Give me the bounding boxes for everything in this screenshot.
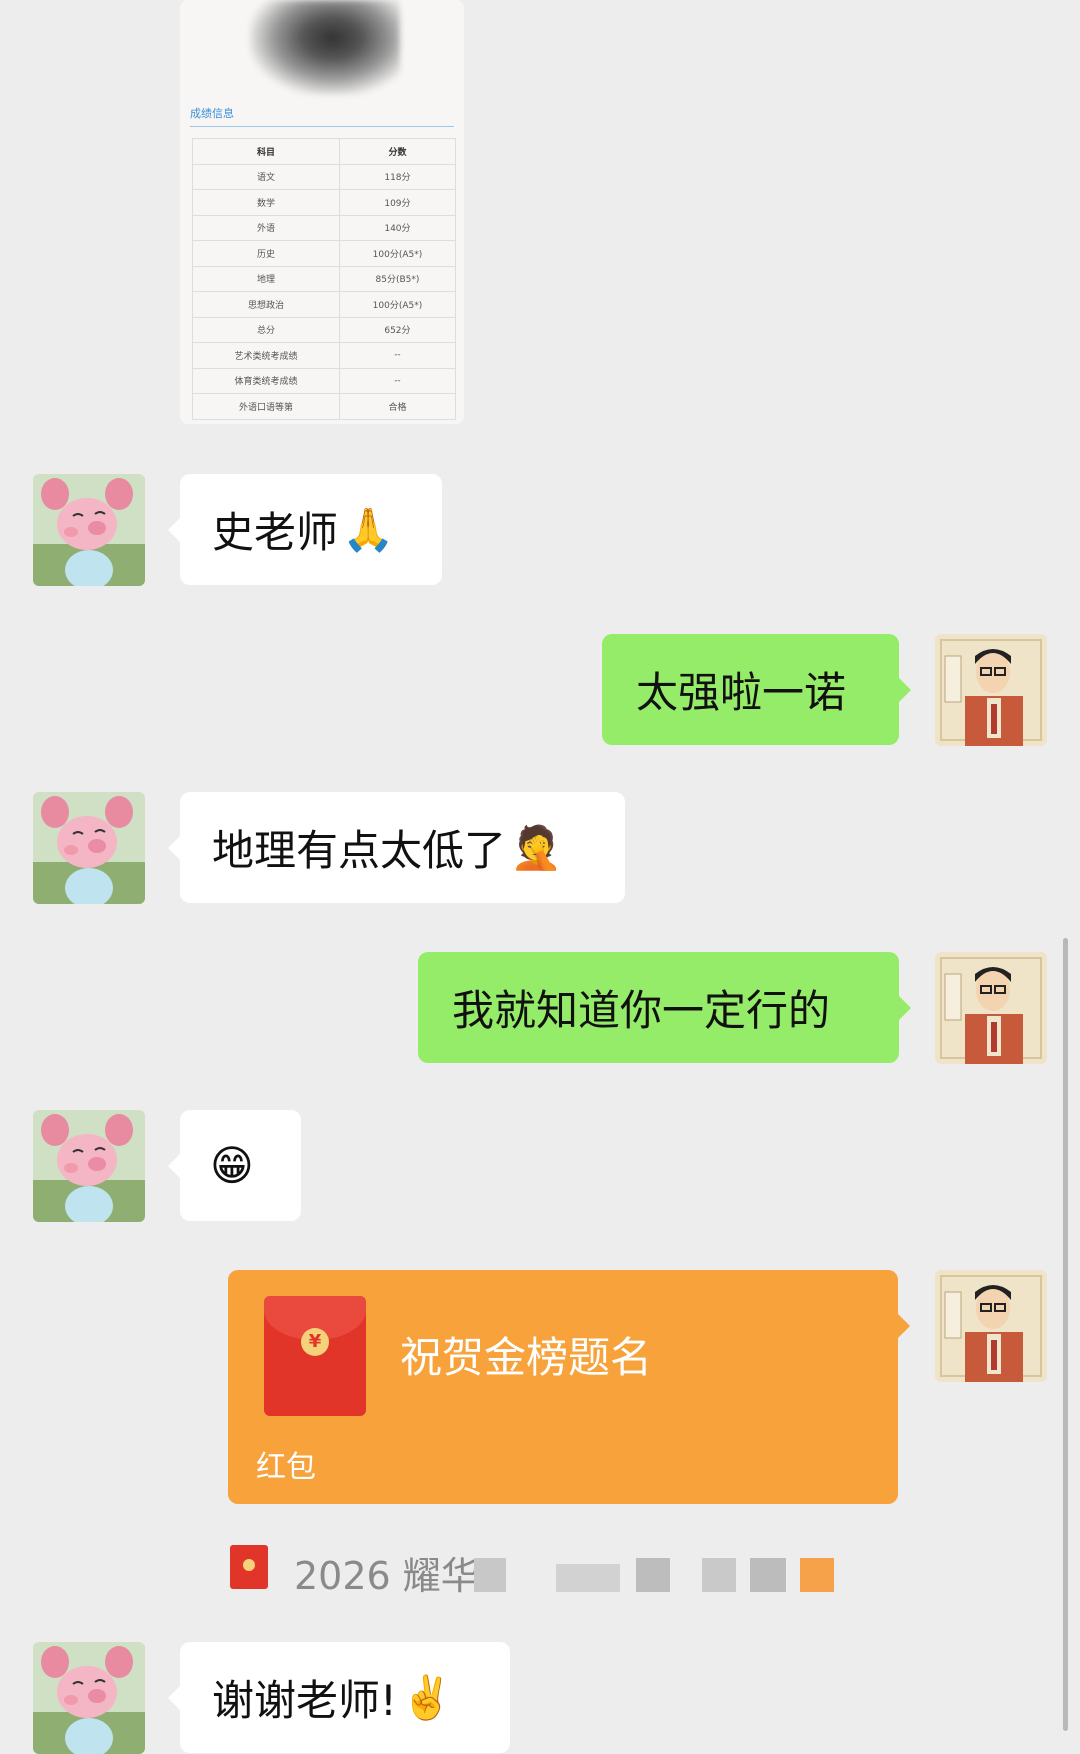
yuan-coin-icon: ¥ [301, 1328, 329, 1356]
subject-cell: 艺术类统考成绩 [192, 342, 340, 369]
column-header-subject: 科目 [192, 138, 340, 165]
score-cell: -- [338, 367, 457, 394]
message-bubble[interactable]: 史老师 🙏 [168, 474, 442, 585]
score-cell: 100分(A5*) [338, 291, 457, 318]
victory-hand-emoji-icon: ✌️ [400, 1672, 454, 1722]
red-packet-notice-text: 2026 耀华 [294, 1554, 479, 1598]
message-text: 太强啦一诺 [636, 668, 847, 717]
pixelated-text [800, 1558, 834, 1592]
scrollbar[interactable] [1063, 938, 1068, 1731]
score-report-image[interactable]: 成绩信息 科目 分数 语文 118分 数学 109分 外语 140分 历史 100分(A… [180, 0, 464, 424]
grin-emoji-icon: 😁 [210, 1141, 254, 1190]
score-cell: 140分 [338, 214, 457, 241]
red-packet-label: 红包 [256, 1450, 316, 1485]
score-cell: 109分 [338, 189, 457, 216]
score-table: 科目 分数 语文 118分 数学 109分 外语 140分 历史 100分(A5*) 地… [192, 138, 457, 420]
subject-cell: 外语口语等第 [192, 393, 340, 420]
divider [190, 126, 454, 127]
message-text: 谢谢老师! [212, 1676, 397, 1725]
subject-cell: 思想政治 [192, 291, 340, 318]
score-cell: -- [338, 342, 457, 369]
facepalm-emoji-icon: 🤦 [510, 822, 563, 872]
student-avatar[interactable] [33, 474, 145, 586]
student-avatar[interactable] [33, 792, 145, 904]
pixelated-text [750, 1558, 786, 1592]
message-bubble[interactable]: 😁 [168, 1110, 301, 1221]
subject-cell: 外语 [192, 214, 340, 241]
subject-cell: 历史 [192, 240, 340, 267]
table-row: 语文 118分 [192, 163, 457, 190]
table-row: 外语 140分 [192, 214, 457, 241]
table-row: 外语口语等第 合格 [192, 393, 457, 420]
table-header-row: 科目 分数 [192, 138, 457, 165]
score-cell: 100分(A5*) [338, 240, 457, 267]
table-row: 体育类统考成绩 -- [192, 367, 457, 394]
table-row: 思想政治 100分(A5*) [192, 291, 457, 318]
red-packet-title: 祝贺金榜题名 [400, 1333, 653, 1382]
subject-cell: 地理 [192, 265, 340, 292]
table-row: 历史 100分(A5*) [192, 240, 457, 267]
score-card-title: 成绩信息 [190, 107, 234, 120]
teacher-avatar[interactable] [935, 952, 1047, 1064]
message-bubble[interactable]: 太强啦一诺 [602, 634, 911, 745]
red-envelope-small-icon [230, 1545, 268, 1589]
score-cell: 652分 [338, 316, 457, 343]
subject-cell: 体育类统考成绩 [192, 367, 340, 394]
message-text: 地理有点太低了 [212, 826, 507, 875]
pixelated-text [702, 1558, 736, 1592]
message-bubble[interactable]: 谢谢老师! ✌️ [168, 1642, 510, 1753]
pixelated-text [636, 1558, 670, 1592]
subject-cell: 数学 [192, 189, 340, 216]
pixelated-text [474, 1558, 506, 1592]
score-cell: 85分(B5*) [338, 265, 457, 292]
student-avatar[interactable] [33, 1642, 145, 1754]
column-header-score: 分数 [338, 138, 457, 165]
table-row: 总分 652分 [192, 316, 457, 343]
subject-cell: 总分 [192, 316, 340, 343]
message-text: 我就知道你一定行的 [452, 986, 831, 1035]
table-row: 地理 85分(B5*) [192, 265, 457, 292]
score-cell: 118分 [338, 163, 457, 190]
red-envelope-icon: ¥ [264, 1296, 366, 1416]
table-row: 数学 109分 [192, 189, 457, 216]
teacher-avatar[interactable] [935, 1270, 1047, 1382]
student-avatar[interactable] [33, 1110, 145, 1222]
subject-cell: 语文 [192, 163, 340, 190]
teacher-avatar[interactable] [935, 634, 1047, 746]
table-row: 艺术类统考成绩 -- [192, 342, 457, 369]
red-packet-bubble[interactable]: ¥ 祝贺金榜题名 红包 [228, 1270, 910, 1504]
score-cell: 合格 [338, 393, 457, 420]
message-bubble[interactable]: 我就知道你一定行的 [418, 952, 911, 1063]
pixelated-text [556, 1564, 620, 1592]
message-text: 史老师 [212, 508, 339, 557]
message-bubble[interactable]: 地理有点太低了 🤦 [168, 792, 625, 903]
blurred-photo [250, 0, 400, 95]
pray-emoji-icon: 🙏 [342, 504, 395, 554]
